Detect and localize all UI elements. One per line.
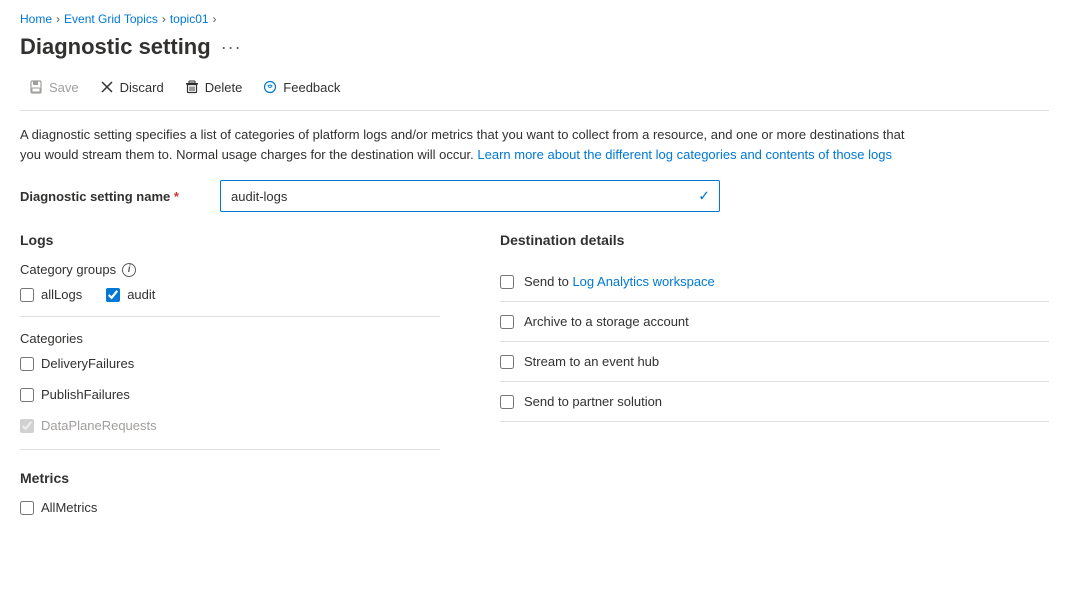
- logs-section: Logs Category groups i allLogs audit: [20, 232, 440, 433]
- discard-button[interactable]: Discard: [91, 74, 176, 100]
- data-plane-requests-label: DataPlaneRequests: [41, 418, 157, 433]
- audit-checkbox-item[interactable]: audit: [106, 287, 155, 302]
- breadcrumb-sep-1: ›: [56, 12, 60, 26]
- data-plane-requests-checkbox: [20, 419, 34, 433]
- allLogs-checkbox[interactable]: [20, 288, 34, 302]
- delete-button[interactable]: Delete: [176, 74, 255, 100]
- breadcrumb-topic01[interactable]: topic01: [170, 12, 209, 26]
- allLogs-checkbox-item[interactable]: allLogs: [20, 287, 82, 302]
- allLogs-label: allLogs: [41, 287, 82, 302]
- destination-log-analytics: Send to Log Analytics workspace: [500, 262, 1049, 302]
- delivery-failures-label: DeliveryFailures: [41, 356, 134, 371]
- toolbar: Save Discard Del: [20, 74, 1049, 111]
- save-button[interactable]: Save: [20, 74, 91, 100]
- feedback-button[interactable]: Feedback: [254, 74, 352, 100]
- delivery-failures-item[interactable]: DeliveryFailures: [20, 356, 440, 371]
- metrics-section: Metrics AllMetrics: [20, 470, 440, 515]
- info-icon[interactable]: i: [122, 263, 136, 277]
- publish-failures-item[interactable]: PublishFailures: [20, 387, 440, 402]
- name-label: Diagnostic setting name *: [20, 189, 200, 204]
- category-groups-checkboxes: allLogs audit: [20, 287, 440, 302]
- breadcrumb-event-grid-topics[interactable]: Event Grid Topics: [64, 12, 158, 26]
- all-metrics-checkbox[interactable]: [20, 501, 34, 515]
- destination-event-hub: Stream to an event hub: [500, 342, 1049, 382]
- divider-1: [20, 316, 440, 317]
- metrics-section-title: Metrics: [20, 470, 440, 486]
- delivery-failures-checkbox[interactable]: [20, 357, 34, 371]
- learn-more-link[interactable]: Learn more about the different log categ…: [477, 147, 892, 162]
- breadcrumb: Home › Event Grid Topics › topic01 ›: [20, 12, 1049, 26]
- destination-section-title: Destination details: [500, 232, 1049, 248]
- log-analytics-checkbox[interactable]: [500, 275, 514, 289]
- breadcrumb-sep-3: ›: [213, 12, 217, 26]
- storage-account-checkbox[interactable]: [500, 315, 514, 329]
- audit-checkbox[interactable]: [106, 288, 120, 302]
- description-box: A diagnostic setting specifies a list of…: [20, 125, 920, 164]
- delete-icon: [184, 79, 200, 95]
- categories-section: Categories DeliveryFailures PublishFailu…: [20, 331, 440, 433]
- feedback-label: Feedback: [283, 80, 340, 95]
- audit-label: audit: [127, 287, 155, 302]
- form-row-name: Diagnostic setting name * ✓: [20, 180, 1049, 212]
- publish-failures-checkbox[interactable]: [20, 388, 34, 402]
- destination-storage-account: Archive to a storage account: [500, 302, 1049, 342]
- divider-metrics: [20, 449, 440, 450]
- storage-account-label: Archive to a storage account: [524, 314, 689, 329]
- feedback-icon: [262, 79, 278, 95]
- data-plane-requests-item[interactable]: DataPlaneRequests: [20, 418, 440, 433]
- log-analytics-label: Send to Log Analytics workspace: [524, 274, 715, 289]
- left-panel: Logs Category groups i allLogs audit: [20, 232, 440, 531]
- log-analytics-link[interactable]: Log Analytics workspace: [572, 274, 714, 289]
- category-groups-label: Category groups: [20, 262, 116, 277]
- page-title: Diagnostic setting: [20, 34, 211, 60]
- more-options-icon[interactable]: ···: [221, 37, 242, 58]
- input-valid-icon: ✓: [698, 188, 710, 205]
- name-input[interactable]: [220, 180, 720, 212]
- publish-failures-label: PublishFailures: [41, 387, 130, 402]
- delete-label: Delete: [205, 80, 243, 95]
- destination-partner-solution: Send to partner solution: [500, 382, 1049, 422]
- event-hub-checkbox[interactable]: [500, 355, 514, 369]
- discard-label: Discard: [120, 80, 164, 95]
- logs-section-title: Logs: [20, 232, 440, 248]
- all-metrics-label: AllMetrics: [41, 500, 97, 515]
- discard-icon: [99, 79, 115, 95]
- save-icon: [28, 79, 44, 95]
- main-content: Logs Category groups i allLogs audit: [20, 232, 1049, 531]
- category-groups-label-row: Category groups i: [20, 262, 440, 277]
- page-container: Home › Event Grid Topics › topic01 › Dia…: [0, 0, 1069, 601]
- save-label: Save: [49, 80, 79, 95]
- required-star: *: [174, 189, 179, 204]
- categories-title: Categories: [20, 331, 440, 346]
- breadcrumb-sep-2: ›: [162, 12, 166, 26]
- breadcrumb-home[interactable]: Home: [20, 12, 52, 26]
- partner-solution-checkbox[interactable]: [500, 395, 514, 409]
- all-metrics-item[interactable]: AllMetrics: [20, 500, 440, 515]
- right-panel: Destination details Send to Log Analytic…: [500, 232, 1049, 531]
- partner-solution-label: Send to partner solution: [524, 394, 662, 409]
- page-title-row: Diagnostic setting ···: [20, 34, 1049, 60]
- event-hub-label: Stream to an event hub: [524, 354, 659, 369]
- name-input-wrapper: ✓: [220, 180, 720, 212]
